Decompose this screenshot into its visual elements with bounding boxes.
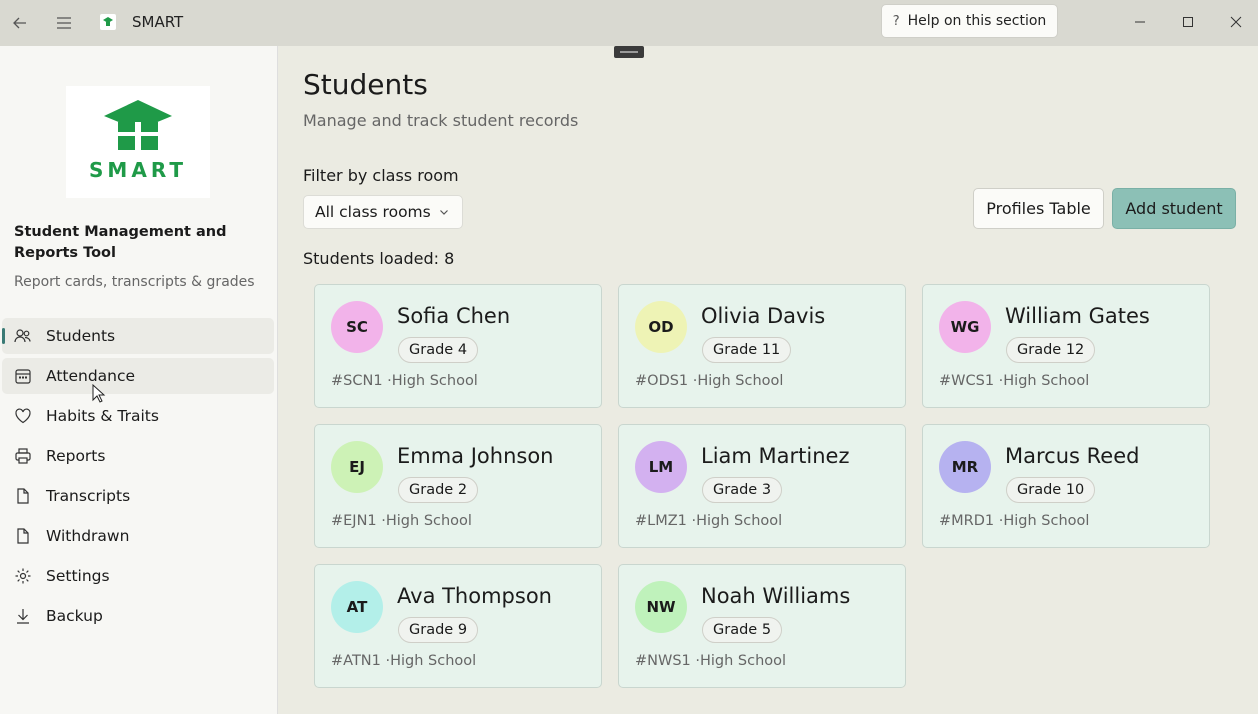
sidebar-item-withdrawn[interactable]: Withdrawn [2, 518, 274, 554]
filter-value: All class rooms [315, 203, 431, 221]
classroom-filter-select[interactable]: All class rooms [303, 195, 463, 229]
app-title: SMART [132, 13, 184, 31]
avatar: SC [331, 301, 383, 353]
student-name: Noah Williams [701, 584, 851, 608]
minimize-icon [1135, 21, 1145, 23]
avatar: LM [635, 441, 687, 493]
sidebar-item-attendance[interactable]: Attendance [2, 358, 274, 394]
grade-badge: Grade 5 [702, 617, 783, 643]
close-icon [1230, 16, 1242, 28]
menu-button[interactable] [49, 8, 79, 38]
chevron-down-icon [438, 204, 450, 222]
app-name: Student Management and Reports Tool [14, 224, 227, 261]
student-card[interactable]: MR Marcus Reed Grade 10 #MRD1 ·High Scho… [922, 424, 1210, 548]
avatar: WG [939, 301, 991, 353]
calendar-icon [14, 367, 32, 385]
avatar: AT [331, 581, 383, 633]
filter-label: Filter by class room [303, 166, 459, 185]
sidebar-item-label: Reports [46, 447, 106, 465]
maximize-button[interactable] [1173, 8, 1203, 36]
student-card[interactable]: WG William Gates Grade 12 #WCS1 ·High Sc… [922, 284, 1210, 408]
sidebar-item-label: Withdrawn [46, 527, 130, 545]
student-meta: #LMZ1 ·High School [635, 513, 783, 529]
question-icon: ? [892, 13, 900, 29]
sidebar-item-label: Students [46, 327, 116, 345]
people-icon [14, 327, 32, 345]
document-icon [14, 527, 32, 545]
grade-badge: Grade 3 [702, 477, 783, 503]
grade-badge: Grade 12 [1006, 337, 1096, 363]
profiles-table-button[interactable]: Profiles Table [973, 188, 1104, 229]
student-card[interactable]: OD Olivia Davis Grade 11 #ODS1 ·High Sch… [618, 284, 906, 408]
sidebar-item-label: Backup [46, 607, 103, 625]
logo-text: SMART [89, 158, 187, 182]
sidebar-item-label: Habits & Traits [46, 407, 159, 425]
avatar: OD [635, 301, 687, 353]
avatar: EJ [331, 441, 383, 493]
page-title: Students [303, 68, 428, 101]
grade-badge: Grade 4 [398, 337, 479, 363]
sidebar-item-habits-traits[interactable]: Habits & Traits [2, 398, 274, 434]
student-name: William Gates [1005, 304, 1150, 328]
sidebar-item-label: Transcripts [46, 487, 131, 505]
app-icon [100, 14, 116, 30]
nav-list: Students Attendance Habits & Traits Repo… [2, 318, 274, 638]
active-indicator [2, 328, 5, 344]
printer-icon [14, 447, 32, 465]
hamburger-icon [57, 17, 71, 29]
grade-badge: Grade 9 [398, 617, 479, 643]
smart-logo: SMART [66, 86, 210, 198]
back-button[interactable] [5, 8, 35, 38]
student-card[interactable]: AT Ava Thompson Grade 9 #ATN1 ·High Scho… [314, 564, 602, 688]
page-subtitle: Manage and track student records [303, 111, 579, 130]
minimize-button[interactable] [1125, 8, 1155, 36]
student-meta: #SCN1 ·High School [331, 373, 478, 389]
add-student-button[interactable]: Add student [1112, 188, 1236, 229]
sidebar-item-label: Attendance [46, 367, 136, 385]
student-meta: #MRD1 ·High School [939, 513, 1090, 529]
sidebar-item-students[interactable]: Students [2, 318, 274, 354]
sidebar-item-settings[interactable]: Settings [2, 558, 274, 594]
student-card[interactable]: EJ Emma Johnson Grade 2 #EJN1 ·High Scho… [314, 424, 602, 548]
avatar: NW [635, 581, 687, 633]
drag-handle[interactable] [614, 46, 644, 58]
avatar: MR [939, 441, 991, 493]
student-name: Liam Martinez [701, 444, 850, 468]
grade-badge: Grade 10 [1006, 477, 1096, 503]
student-meta: #ODS1 ·High School [635, 373, 784, 389]
student-name: Ava Thompson [397, 584, 552, 608]
help-button[interactable]: ? Help on this section [881, 4, 1058, 38]
document-icon [14, 487, 32, 505]
student-meta: #WCS1 ·High School [939, 373, 1090, 389]
help-label: Help on this section [907, 13, 1047, 29]
student-name: Sofia Chen [397, 304, 511, 328]
sidebar-item-label: Settings [46, 567, 110, 585]
app-subtitle: Report cards, transcripts & grades [14, 274, 255, 290]
maximize-icon [1183, 17, 1193, 27]
close-button[interactable] [1221, 8, 1251, 36]
students-loaded-count: Students loaded: 8 [303, 249, 455, 268]
student-name: Emma Johnson [397, 444, 554, 468]
student-name: Marcus Reed [1005, 444, 1140, 468]
student-meta: #ATN1 ·High School [331, 653, 477, 669]
gear-icon [14, 567, 32, 585]
sidebar-item-backup[interactable]: Backup [2, 598, 274, 634]
heart-icon [14, 407, 32, 425]
mouse-cursor-icon [92, 384, 106, 403]
student-meta: #EJN1 ·High School [331, 513, 472, 529]
title-bar: SMART ? Help on this section [0, 0, 1258, 46]
student-card[interactable]: NW Noah Williams Grade 5 #NWS1 ·High Sch… [618, 564, 906, 688]
sidebar-item-transcripts[interactable]: Transcripts [2, 478, 274, 514]
student-card[interactable]: LM Liam Martinez Grade 3 #LMZ1 ·High Sch… [618, 424, 906, 548]
student-meta: #NWS1 ·High School [635, 653, 787, 669]
sidebar: SMART Student Management and Reports Too… [0, 46, 278, 714]
student-card[interactable]: SC Sofia Chen Grade 4 #SCN1 ·High School [314, 284, 602, 408]
grade-badge: Grade 11 [702, 337, 792, 363]
grade-badge: Grade 2 [398, 477, 479, 503]
download-icon [14, 607, 32, 625]
back-arrow-icon [13, 17, 26, 29]
graduation-cap-icon [104, 100, 172, 150]
student-name: Olivia Davis [701, 304, 826, 328]
sidebar-item-reports[interactable]: Reports [2, 438, 274, 474]
